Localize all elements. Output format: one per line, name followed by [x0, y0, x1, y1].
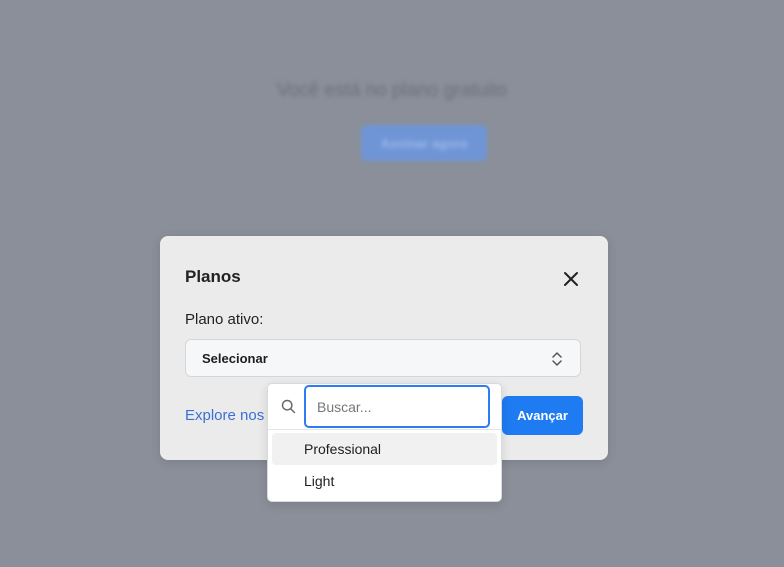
- option-light[interactable]: Light: [272, 465, 497, 497]
- active-plan-label: Plano ativo:: [185, 311, 264, 328]
- explore-plans-link[interactable]: Explore nos: [185, 407, 264, 424]
- plan-select[interactable]: Selecionar: [185, 339, 581, 377]
- close-button[interactable]: [560, 268, 582, 290]
- plan-dropdown: Professional Light: [267, 383, 502, 502]
- background-title: Você está no plano gratuito: [276, 80, 508, 101]
- background-subscribe-button: Assinar agora: [361, 125, 487, 161]
- next-button[interactable]: Avançar: [502, 396, 583, 435]
- dropdown-search-row: [268, 384, 501, 430]
- plan-select-value: Selecionar: [202, 351, 268, 366]
- close-icon: [564, 272, 578, 286]
- search-icon: [281, 399, 296, 414]
- option-professional[interactable]: Professional: [272, 433, 497, 465]
- chevron-up-down-icon: [552, 352, 562, 366]
- search-input[interactable]: [304, 385, 490, 428]
- modal-title: Planos: [185, 267, 241, 286]
